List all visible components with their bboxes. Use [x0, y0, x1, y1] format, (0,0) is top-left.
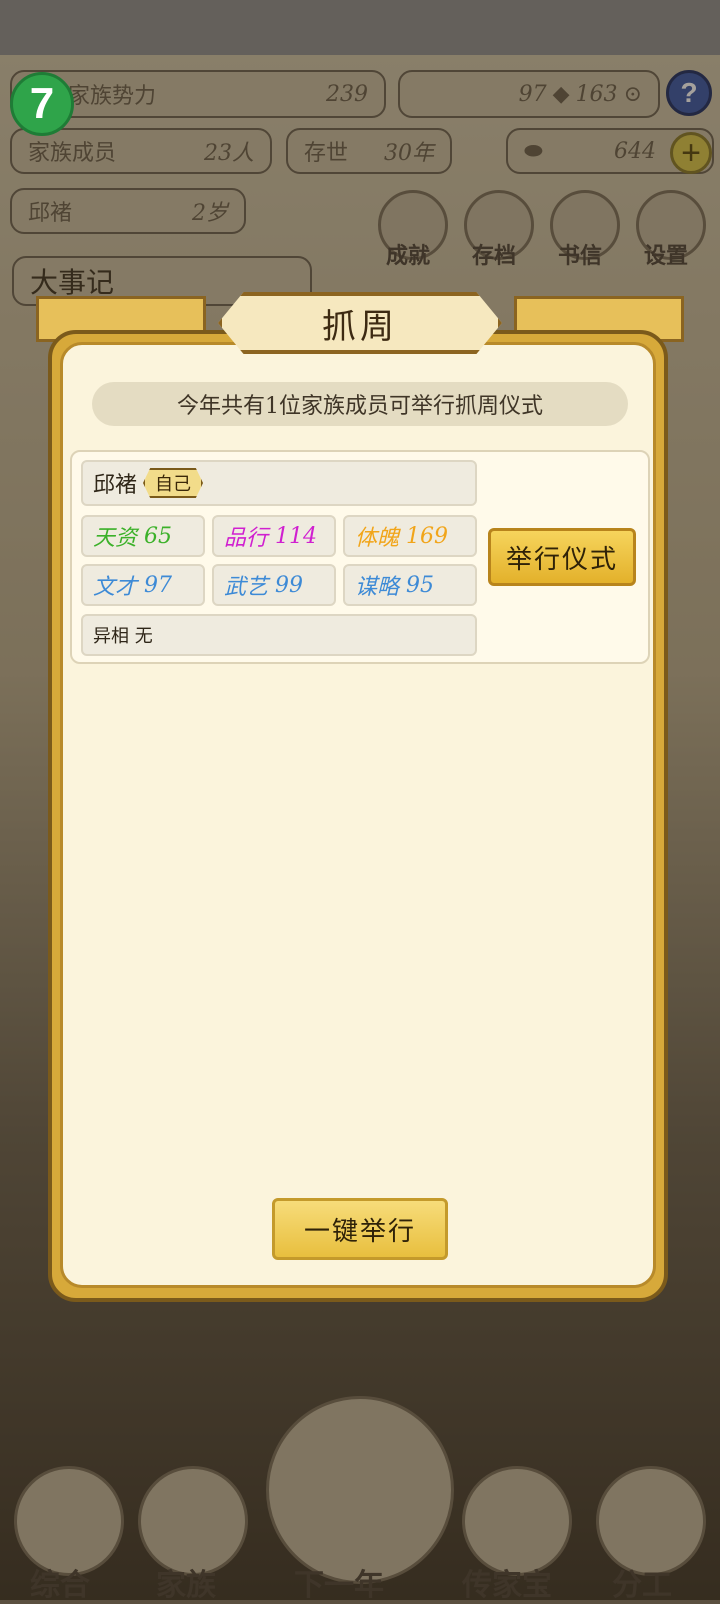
- stat-talent: 天资 65: [81, 515, 205, 557]
- stat-strategy-value: 95: [406, 572, 435, 598]
- stat-martial-value: 99: [275, 572, 304, 598]
- hold-ceremony-button[interactable]: 举行仪式: [488, 528, 636, 586]
- dialog-title: 抓周: [322, 306, 398, 347]
- special-trait-value: 无: [134, 626, 153, 647]
- stat-talent-label: 天资: [93, 526, 138, 551]
- stat-physique-label: 体魄: [355, 526, 400, 551]
- stat-martial-label: 武艺: [224, 575, 269, 600]
- stat-conduct-value: 114: [275, 523, 318, 549]
- stat-conduct: 品行 114: [212, 515, 336, 557]
- app-logo-icon: 7: [10, 72, 74, 136]
- self-tag: 自己: [143, 468, 204, 498]
- stat-literary-value: 97: [144, 572, 173, 598]
- stat-martial: 武艺 99: [212, 564, 336, 606]
- member-name: 邱褚: [93, 473, 138, 498]
- stat-strategy-label: 谋略: [355, 575, 400, 600]
- dialog-title-plate: 抓周: [218, 292, 502, 354]
- stat-literary: 文才 97: [81, 564, 205, 606]
- stat-conduct-label: 品行: [224, 526, 269, 551]
- special-trait-cell: 异相 无: [81, 614, 477, 656]
- stat-physique-value: 169: [406, 523, 449, 549]
- member-name-cell: 邱褚 自己: [81, 460, 477, 506]
- dialog-notice: 今年共有1位家族成员可举行抓周仪式: [92, 382, 628, 426]
- stat-talent-value: 65: [144, 523, 173, 549]
- stat-strategy: 谋略 95: [343, 564, 477, 606]
- stat-literary-label: 文才: [93, 575, 138, 600]
- one-click-hold-button[interactable]: 一键举行: [272, 1198, 448, 1260]
- special-trait-label: 异相: [93, 626, 129, 647]
- stat-physique: 体魄 169: [343, 515, 477, 557]
